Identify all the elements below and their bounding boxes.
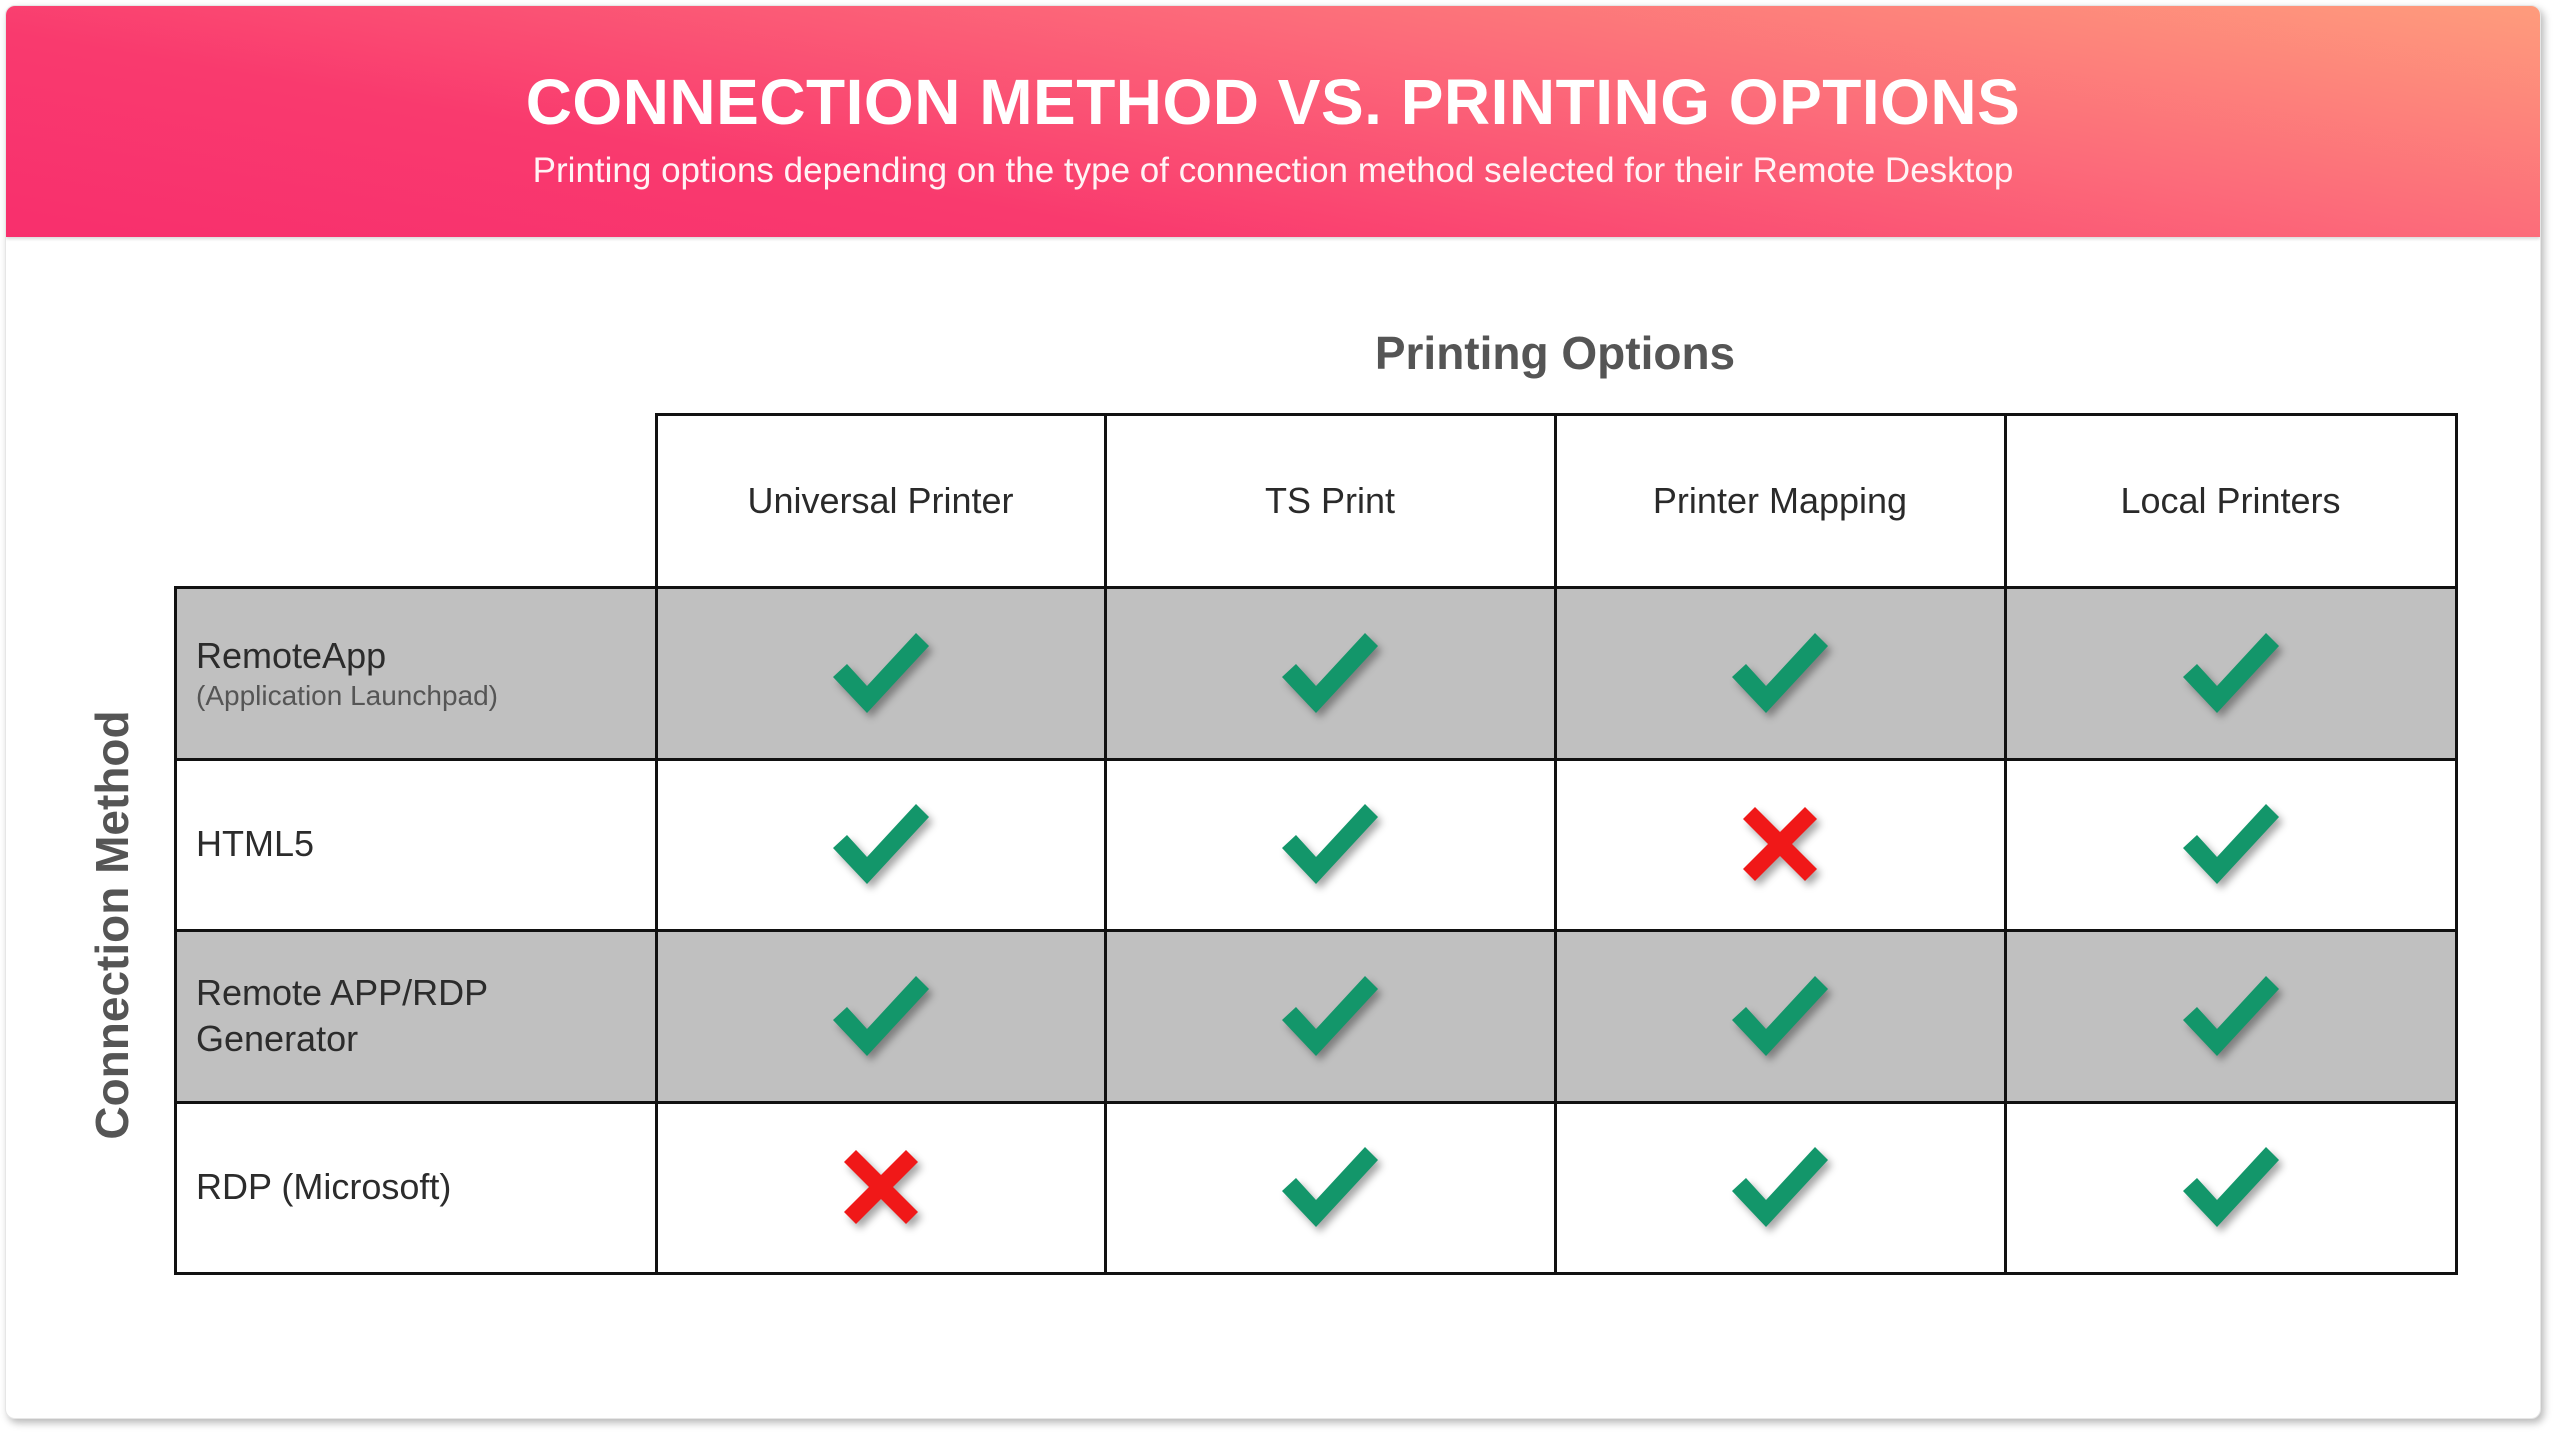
- grid-line: [1554, 413, 1557, 1274]
- grid-line: [655, 413, 658, 1274]
- checkmark-icon: [826, 789, 936, 899]
- row-label-text: RDP (Microsoft): [196, 1166, 452, 1208]
- column-header: TS Print: [1264, 479, 1396, 521]
- checkmark-icon: [1275, 618, 1385, 728]
- row-sublabel-text: (Application Launchpad): [196, 679, 498, 711]
- checkmark-icon: [1275, 961, 1385, 1071]
- column-group-title: Printing Options: [1374, 327, 1736, 379]
- row-label-text: RemoteApp: [196, 634, 387, 676]
- grid-line: [2455, 413, 2458, 1274]
- checkmark-icon: [1275, 1132, 1385, 1242]
- checkmark-icon: [1725, 1132, 1835, 1242]
- row-label: Remote APP/RDP Generator: [196, 930, 636, 1102]
- grid-line: [2004, 413, 2007, 1274]
- grid-line: [174, 757, 2458, 761]
- cross-icon: [826, 1132, 936, 1242]
- header-banner: CONNECTION METHOD VS. PRINTING OPTIONS P…: [6, 6, 2540, 237]
- grid-line: [174, 1100, 2458, 1104]
- grid-line: [174, 586, 177, 1274]
- row-group-title: Connection Method: [86, 710, 138, 1140]
- column-header: Universal Printer: [747, 479, 1014, 521]
- row-label: HTML5: [196, 759, 636, 931]
- cross-icon: [1725, 789, 1835, 899]
- checkmark-icon: [826, 961, 936, 1071]
- grid-line: [174, 929, 2458, 932]
- checkmark-icon: [2176, 789, 2286, 899]
- row-label-text: HTML5: [196, 823, 315, 865]
- checkmark-icon: [826, 618, 936, 728]
- grid-line: [174, 586, 2458, 589]
- checkmark-icon: [1275, 789, 1385, 899]
- row-label: RDP (Microsoft): [196, 1102, 636, 1274]
- checkmark-icon: [1725, 618, 1835, 728]
- page-title: CONNECTION METHOD VS. PRINTING OPTIONS: [525, 66, 2021, 138]
- column-header: Local Printers: [2120, 479, 2341, 521]
- checkmark-icon: [1725, 961, 1835, 1071]
- page-subtitle: Printing options depending on the type o…: [532, 151, 2014, 190]
- grid-line: [174, 1272, 2458, 1275]
- row-label-text: Remote APP/RDP Generator: [196, 971, 488, 1059]
- grid-line: [1104, 413, 1107, 1274]
- column-header: Printer Mapping: [1652, 479, 1908, 521]
- checkmark-icon: [2176, 618, 2286, 728]
- checkmark-icon: [2176, 1132, 2286, 1242]
- checkmark-icon: [2176, 961, 2286, 1071]
- row-label: RemoteApp (Application Launchpad): [196, 587, 636, 759]
